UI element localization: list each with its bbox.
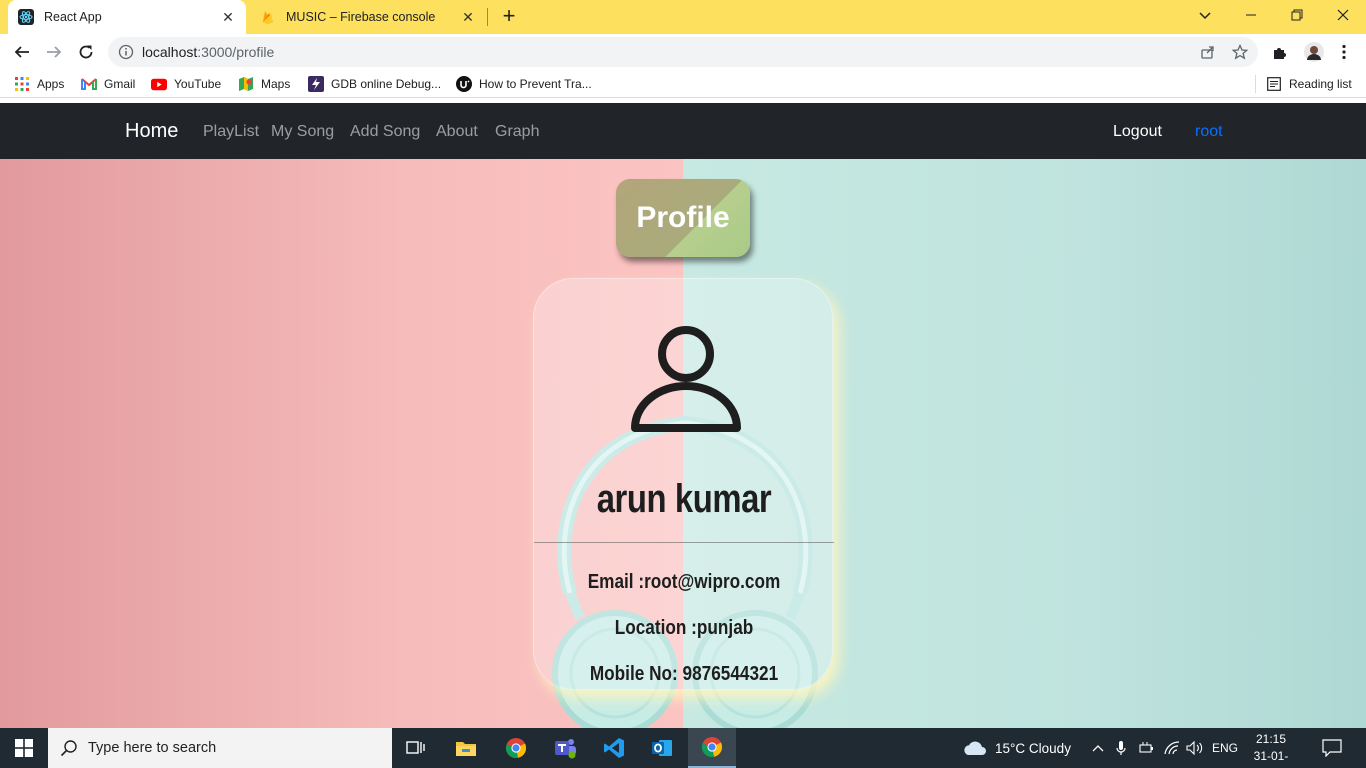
nav-link-add-song[interactable]: Add Song	[350, 123, 420, 141]
volume-icon[interactable]	[1186, 728, 1204, 768]
udemy-icon	[456, 76, 472, 92]
nav-brand-home[interactable]: Home	[125, 120, 178, 143]
logout-link[interactable]: Logout	[1113, 123, 1162, 141]
notifications-icon[interactable]	[1322, 728, 1342, 768]
forward-arrow-icon[interactable]	[40, 38, 68, 66]
close-window-button[interactable]	[1320, 0, 1366, 30]
user-name: arun kumar	[596, 477, 772, 521]
language-indicator[interactable]: ENG	[1212, 728, 1238, 768]
browser-toolbar: localhost:3000/profile	[0, 34, 1366, 70]
clock-time: 21:15	[1255, 732, 1287, 746]
user-location: Location :punjab	[614, 617, 754, 639]
new-tab-button[interactable]: +	[497, 5, 521, 29]
vscode-icon[interactable]	[590, 728, 638, 768]
tab-separator	[487, 8, 488, 26]
chrome-active-icon[interactable]	[688, 728, 736, 768]
show-hidden-icons-chevron-icon[interactable]	[1092, 728, 1104, 768]
bookmark-youtube[interactable]: YouTube	[151, 75, 221, 93]
nav-link-playlist[interactable]: PlayList	[203, 123, 259, 141]
outlook-icon[interactable]	[638, 728, 686, 768]
bookmark-gdb[interactable]: GDB online Debug...	[308, 75, 441, 93]
restore-button[interactable]	[1274, 0, 1320, 30]
reload-icon[interactable]	[72, 38, 100, 66]
bookmark-star-icon[interactable]	[1231, 43, 1249, 60]
search-icon	[60, 739, 78, 757]
windows-taskbar: Type here to search 15°C Cloudy ENG 21:1…	[0, 728, 1366, 768]
more-menu-icon[interactable]	[1330, 38, 1358, 66]
weather-widget[interactable]: 15°C Cloudy	[962, 728, 1071, 768]
browser-tab-strip: React App ✕ MUSIC – Firebase console ✕ +	[0, 0, 1366, 34]
bookmark-maps[interactable]: Maps	[238, 75, 290, 93]
bookmark-label: GDB online Debug...	[331, 77, 442, 91]
url-host: localhost	[142, 44, 198, 60]
teams-icon[interactable]	[541, 728, 589, 768]
firebase-icon	[260, 9, 276, 25]
windows-start-icon[interactable]	[0, 728, 48, 768]
tab-firebase-console[interactable]: MUSIC – Firebase console ✕	[250, 0, 486, 34]
chrome-icon[interactable]	[492, 728, 540, 768]
tab-react-app[interactable]: React App ✕	[8, 0, 246, 34]
taskbar-search-box[interactable]: Type here to search	[48, 728, 392, 768]
power-battery-icon[interactable]	[1139, 728, 1155, 768]
tab-title: MUSIC – Firebase console	[286, 10, 436, 24]
extensions-puzzle-icon[interactable]	[1266, 38, 1294, 66]
gmail-icon	[81, 76, 97, 92]
back-arrow-icon[interactable]	[8, 38, 36, 66]
user-email: Email :root@wipro.com	[587, 571, 781, 593]
wifi-icon[interactable]	[1164, 728, 1180, 768]
site-info-icon[interactable]	[118, 44, 134, 60]
task-view-icon[interactable]	[392, 728, 440, 768]
minimize-button[interactable]	[1228, 0, 1274, 30]
address-bar[interactable]: localhost:3000/profile	[108, 37, 1258, 67]
tab-title: React App	[44, 10, 102, 24]
top-navbar: Home PlayList My Song Add Song About Gra…	[0, 103, 1366, 159]
bookmark-label: Apps	[37, 77, 65, 91]
bookmark-gmail[interactable]: Gmail	[81, 75, 135, 93]
bookmark-apps[interactable]: Apps	[14, 75, 64, 93]
bookmarks-bar: Apps Gmail YouTube Maps GDB online Debug…	[0, 70, 1366, 98]
reading-list-label: Reading list	[1289, 77, 1352, 91]
cloud-icon	[964, 741, 986, 755]
tab-search-chevron-icon[interactable]	[1182, 0, 1228, 30]
apps-grid-icon	[14, 76, 30, 92]
profile-heading-badge: Profile	[616, 179, 750, 257]
react-icon	[18, 9, 34, 25]
maps-icon	[238, 76, 254, 92]
bookmarks-separator	[1255, 75, 1256, 93]
bookmark-how-to-prevent[interactable]: How to Prevent Tra...	[456, 75, 592, 93]
user-mobile: Mobile No: 9876544321	[589, 663, 779, 685]
weather-text: 15°C Cloudy	[995, 740, 1071, 756]
microphone-icon[interactable]	[1116, 728, 1126, 768]
reading-list-icon	[1266, 76, 1282, 92]
card-divider	[534, 542, 834, 543]
url-path: :3000/profile	[197, 44, 275, 60]
close-tab-icon[interactable]: ✕	[460, 9, 476, 25]
search-placeholder: Type here to search	[88, 740, 217, 756]
close-tab-icon[interactable]: ✕	[220, 9, 236, 25]
nav-link-my-song[interactable]: My Song	[271, 123, 334, 141]
nav-link-graph[interactable]: Graph	[495, 123, 539, 141]
gdb-icon	[308, 76, 324, 92]
bookmark-label: Maps	[261, 77, 291, 91]
bookmark-label: Gmail	[104, 77, 136, 91]
clock-date: 31-01-2022	[1253, 749, 1289, 768]
file-explorer-icon[interactable]	[442, 728, 490, 768]
user-avatar-icon	[631, 326, 741, 432]
youtube-icon	[151, 76, 167, 92]
current-user-link[interactable]: root	[1195, 123, 1223, 141]
nav-link-about[interactable]: About	[436, 123, 478, 141]
profile-card: arun kumar Email :root@wipro.com Locatio…	[533, 278, 834, 690]
profile-avatar-icon[interactable]	[1300, 38, 1328, 66]
reading-list-button[interactable]: Reading list	[1266, 75, 1352, 93]
bookmark-label: YouTube	[174, 77, 222, 91]
system-clock[interactable]: 21:15 31-01-2022	[1246, 731, 1296, 768]
page-content: Home PlayList My Song Add Song About Gra…	[0, 103, 1366, 728]
share-icon[interactable]	[1200, 44, 1216, 60]
bookmark-label: How to Prevent Tra...	[479, 77, 592, 91]
